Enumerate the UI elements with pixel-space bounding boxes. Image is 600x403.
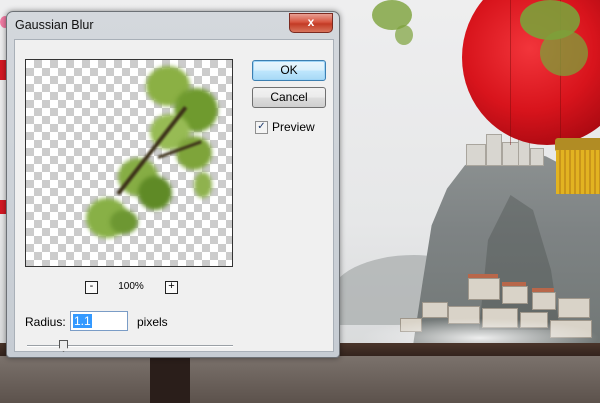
- slider-thumb[interactable]: [59, 340, 68, 352]
- zoom-out-button[interactable]: -: [85, 281, 98, 294]
- ok-button[interactable]: OK: [252, 60, 326, 81]
- railing-base: [0, 356, 600, 403]
- dialog-titlebar[interactable]: Gaussian Blur x: [7, 12, 339, 40]
- radius-unit: pixels: [137, 315, 168, 329]
- dialog-title: Gaussian Blur: [15, 18, 94, 32]
- preview-label: Preview: [272, 120, 315, 134]
- checkmark-icon: ✓: [257, 121, 266, 132]
- radius-input[interactable]: 1.1: [70, 311, 128, 331]
- radius-row: Radius: 1.1 pixels: [25, 311, 325, 333]
- close-button[interactable]: x: [289, 13, 333, 33]
- zoom-in-button[interactable]: +: [165, 281, 178, 294]
- preview-option: ✓ Preview: [255, 120, 335, 136]
- railing-post: [150, 356, 190, 403]
- zoom-controls: - 100% +: [77, 281, 185, 297]
- filter-preview[interactable]: [25, 59, 233, 267]
- zoom-level: 100%: [118, 281, 144, 292]
- radius-value: 1.1: [73, 314, 92, 328]
- preview-checkbox[interactable]: ✓: [255, 121, 268, 134]
- cancel-button[interactable]: Cancel: [252, 87, 326, 108]
- radius-label: Radius:: [25, 315, 66, 329]
- gaussian-blur-dialog: Gaussian Blur x - 100% + Radius: 1.1 pix…: [6, 11, 340, 358]
- lantern-tassel: [556, 150, 600, 194]
- dialog-body: - 100% + Radius: 1.1 pixels OK Cancel ✓ …: [14, 39, 334, 352]
- close-icon: x: [307, 15, 315, 29]
- slider-track: [27, 345, 233, 347]
- radius-slider[interactable]: [27, 340, 233, 352]
